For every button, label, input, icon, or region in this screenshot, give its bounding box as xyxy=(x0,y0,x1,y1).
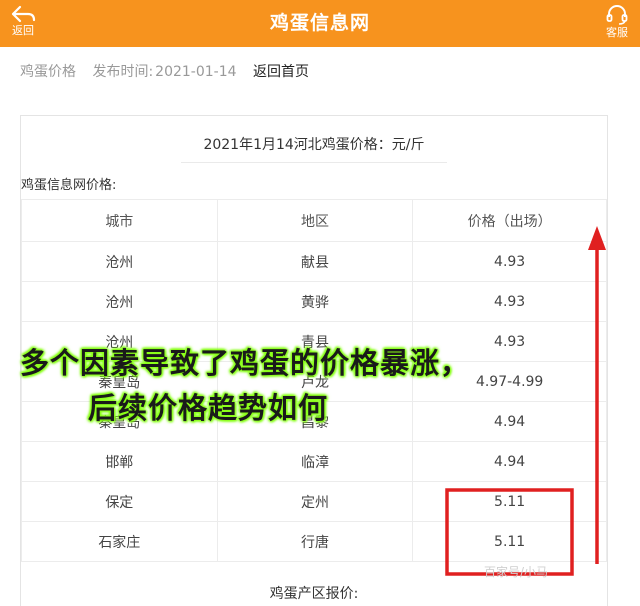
section-title: 鸡蛋信息网价格: xyxy=(21,178,117,193)
table-row: 保定 定州 5.11 xyxy=(21,481,607,522)
cell-district: 黄骅 xyxy=(216,281,414,322)
cell-city: 石家庄 xyxy=(21,521,218,562)
table-header-row: 城市 地区 价格（出场） xyxy=(21,199,607,242)
cell-city: 沧州 xyxy=(21,281,218,322)
table-row: 邯郸 临漳 4.94 xyxy=(21,441,607,482)
category-link[interactable]: 鸡蛋价格 xyxy=(20,64,76,80)
header-price: 价格（出场） xyxy=(412,199,607,242)
cell-price: 5.11 xyxy=(412,521,607,562)
table-row: 石家庄 行唐 5.11 xyxy=(21,521,607,562)
cell-district: 临漳 xyxy=(216,441,414,482)
page-title: 鸡蛋信息网 xyxy=(269,12,370,34)
cell-city: 沧州 xyxy=(21,241,218,282)
header-district: 地区 xyxy=(216,199,414,242)
app-header: 返回 鸡蛋信息网 客服 xyxy=(0,0,640,47)
headset-icon xyxy=(606,5,628,25)
service-label: 客服 xyxy=(606,26,628,39)
cell-district: 定州 xyxy=(216,481,414,522)
overlay-headline-line2: 后续价格趋势如何 xyxy=(88,391,329,425)
header-city: 城市 xyxy=(21,199,218,242)
cell-price: 4.94 xyxy=(412,441,607,482)
publish-date: 2021-01-14 xyxy=(155,64,237,80)
cell-price: 4.93 xyxy=(412,281,607,322)
table-row: 沧州 献县 4.93 xyxy=(21,241,607,282)
publish-label: 发布时间: xyxy=(92,64,154,80)
cell-district: 献县 xyxy=(216,241,414,282)
article-meta: 鸡蛋价格 发布时间: 2021-01-14 返回首页 xyxy=(20,60,321,84)
cell-city: 保定 xyxy=(21,481,218,522)
cell-district: 行唐 xyxy=(216,521,414,562)
footer-section-title: 鸡蛋产区报价: xyxy=(269,586,359,602)
caption-divider xyxy=(181,162,447,163)
overlay-headline-line1: 多个因素导致了鸡蛋的价格暴涨， xyxy=(20,346,471,380)
customer-service-button[interactable]: 客服 xyxy=(594,0,640,47)
cell-city: 邯郸 xyxy=(21,441,218,482)
watermark: 百家号/小马 xyxy=(484,565,549,579)
cell-price: 4.93 xyxy=(412,241,607,282)
table-caption: 2021年1月14河北鸡蛋价格：元/斤 xyxy=(203,137,425,153)
cell-price: 4.94 xyxy=(412,401,607,442)
home-link[interactable]: 返回首页 xyxy=(253,64,309,80)
cell-price: 5.11 xyxy=(412,481,607,522)
table-row: 沧州 黄骅 4.93 xyxy=(21,281,607,322)
